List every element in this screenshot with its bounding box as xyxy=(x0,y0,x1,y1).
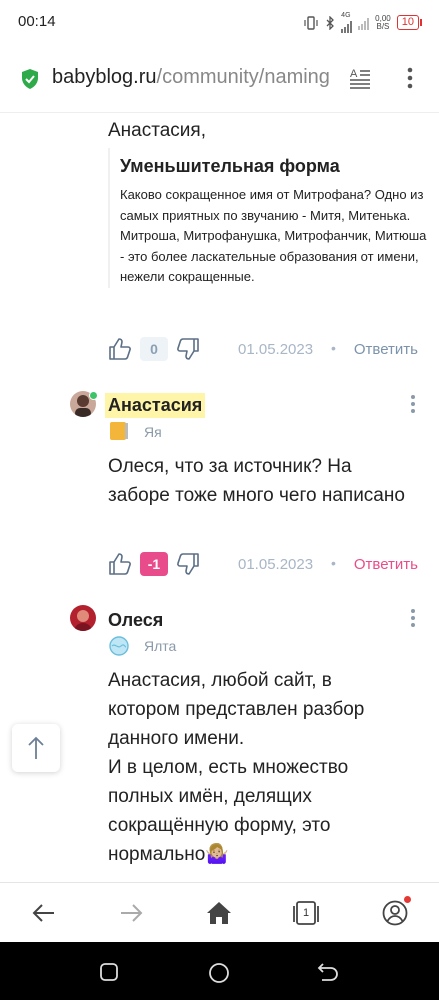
comment-actions: 0 01.05.2023 • Ответить xyxy=(108,334,418,364)
comment-date: 01.05.2023 xyxy=(238,555,314,573)
net-speed: 0,00 B/S xyxy=(375,14,391,31)
thumb-up-icon[interactable] xyxy=(108,337,132,361)
comment-author[interactable]: Анастасия xyxy=(105,393,206,418)
quote-text: Каково сокращенное имя от Митрофана? Одн… xyxy=(120,187,427,284)
system-nav-bar xyxy=(0,942,439,1000)
reply-link[interactable]: Ответить xyxy=(354,556,418,573)
status-bar: 00:14 4G 0,00 B/S 10 xyxy=(0,0,439,44)
comment-author[interactable]: Олеся xyxy=(108,610,163,631)
signal-icon: 4G xyxy=(341,12,353,33)
thumb-down-icon[interactable] xyxy=(176,337,200,361)
arrow-up-icon xyxy=(28,736,44,759)
tab-count: 1 xyxy=(302,907,310,919)
page-content[interactable]: Анастасия, Уменьшительная форма Каково с… xyxy=(0,112,439,882)
net-type: 4G xyxy=(341,12,351,19)
arrow-left-icon xyxy=(32,904,54,922)
home-button[interactable] xyxy=(205,899,233,927)
browser-bottom-bar: 1 xyxy=(0,882,439,943)
battery-indicator: 10 xyxy=(396,15,423,30)
reader-mode-icon[interactable]: A xyxy=(348,66,372,90)
scroll-top-button[interactable] xyxy=(12,724,60,772)
back-button[interactable] xyxy=(30,899,58,927)
vibrate-icon xyxy=(304,15,318,30)
bluetooth-icon xyxy=(326,15,335,30)
comment-text: Олеся, что за источник? На заборе тоже м… xyxy=(108,456,405,506)
quoted-author: Анастасия, xyxy=(108,120,206,141)
home-circle-icon[interactable] xyxy=(208,962,230,984)
browser-menu-icon[interactable] xyxy=(400,66,420,90)
speed-unit: B/S xyxy=(376,21,390,31)
globe-icon xyxy=(109,636,129,656)
thumb-up-icon[interactable] xyxy=(108,552,132,576)
notebook-icon xyxy=(110,422,128,440)
comment-city: Яя xyxy=(144,424,162,440)
tabs-button[interactable]: 1 xyxy=(292,899,320,927)
profile-icon xyxy=(382,900,408,926)
system-back-icon[interactable] xyxy=(317,962,339,982)
quote-title: Уменьшительная форма xyxy=(120,156,340,176)
url-text[interactable]: babyblog.ru/community/naming xyxy=(52,66,337,89)
profile-button[interactable] xyxy=(381,896,411,927)
online-indicator xyxy=(89,391,98,400)
comment-date: 01.05.2023 xyxy=(238,340,314,358)
thumb-down-icon[interactable] xyxy=(176,552,200,576)
arrow-right-icon xyxy=(121,904,143,922)
comment-menu-icon[interactable] xyxy=(410,608,416,628)
shield-icon[interactable] xyxy=(20,68,40,90)
comment-city: Ялта xyxy=(144,638,177,654)
like-count: -1 xyxy=(140,552,168,576)
quote-block: Уменьшительная форма Каково сокращенное … xyxy=(108,148,430,288)
status-icons: 4G 0,00 B/S 10 xyxy=(303,12,423,33)
forward-button[interactable] xyxy=(117,899,145,927)
svg-text:A: A xyxy=(350,68,358,80)
comment-menu-icon[interactable] xyxy=(410,394,416,414)
like-count: 0 xyxy=(140,337,168,361)
avatar[interactable] xyxy=(70,605,96,631)
comment-actions: -1 01.05.2023 • Ответить xyxy=(108,549,418,579)
comment-text: Анастасия, любой сайт, в котором предста… xyxy=(108,670,365,865)
recents-icon[interactable] xyxy=(99,962,119,982)
separator-dot: • xyxy=(331,340,336,356)
address-bar[interactable]: babyblog.ru/community/naming A xyxy=(0,44,439,113)
home-icon xyxy=(207,902,231,924)
separator-dot: • xyxy=(331,555,336,571)
url-path: /community/naming xyxy=(156,66,330,88)
signal-2-icon xyxy=(358,16,370,30)
notification-dot xyxy=(404,896,411,903)
status-time: 00:14 xyxy=(18,13,56,30)
reply-link[interactable]: Ответить xyxy=(354,341,418,358)
url-host: babyblog.ru xyxy=(52,66,157,88)
